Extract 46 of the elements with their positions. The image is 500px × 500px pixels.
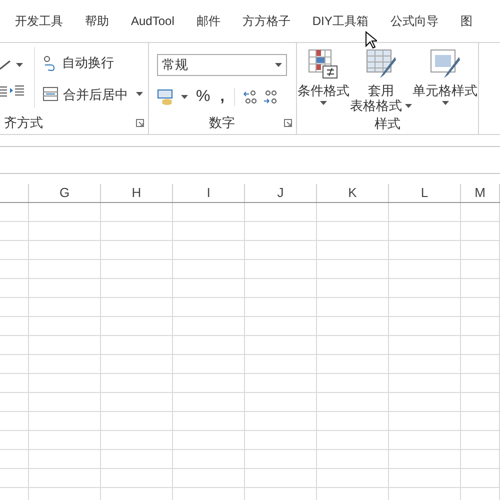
table-format-icon [366,49,396,79]
caret-icon [136,92,143,96]
group-label: 数字 [209,114,235,132]
wrap-text-button[interactable]: 自动换行 [43,53,143,72]
caret-icon [320,101,327,105]
caret-icon [275,63,282,67]
group-label: 样式 [374,114,400,133]
column-header[interactable]: G [59,183,70,203]
merge-cells-icon [43,87,58,102]
column-header[interactable]: J [277,183,284,203]
caret-icon [442,101,449,105]
ribbon-tab[interactable]: 图 [449,12,484,30]
dialog-launcher-icon[interactable] [284,119,292,127]
column-header[interactable]: M [474,183,486,203]
mouse-cursor-icon [365,31,377,49]
style-button[interactable]: 套用 表格格式 [350,49,412,113]
ribbon-tab[interactable]: DIY工具箱 [301,12,380,30]
caret-icon [181,95,188,99]
conditional-format-icon [308,49,338,79]
percent-button[interactable]: % [194,85,212,109]
caret-icon [16,63,23,67]
wrap-text-icon [43,54,57,71]
ribbon-tab[interactable]: 公式向导 [379,12,450,30]
ribbon-tab[interactable]: 方方格子 [231,12,302,30]
style-button[interactable]: 单元格样式 [412,49,478,113]
column-header[interactable]: K [348,183,357,203]
style-button[interactable]: 条件格式 [297,49,350,113]
ribbon-tab[interactable]: 邮件 [185,12,232,30]
column-header[interactable]: H [132,183,142,203]
currency-icon[interactable] [157,89,175,105]
increase-indent-icon[interactable] [10,85,24,97]
column-header[interactable]: L [420,183,428,203]
cell-style-icon [430,49,460,79]
dialog-launcher-icon[interactable] [136,119,144,127]
caret-icon [404,104,412,108]
number-format-dropdown[interactable]: 常规 [157,54,287,76]
decrease-decimal-icon[interactable] [263,90,278,104]
ribbon-tab[interactable]: AudTool [120,12,186,30]
group-label: 齐方式 [3,114,43,132]
increase-decimal-icon[interactable] [243,90,258,104]
ribbon-tab[interactable]: 开发工具 [4,12,74,30]
merge-center-button[interactable]: 合并后居中 [43,84,128,104]
decrease-indent-icon[interactable] [0,85,7,97]
column-header[interactable]: I [206,183,210,203]
comma-button[interactable]: , [218,86,226,108]
ribbon-tab[interactable]: 帮助 [74,12,120,30]
